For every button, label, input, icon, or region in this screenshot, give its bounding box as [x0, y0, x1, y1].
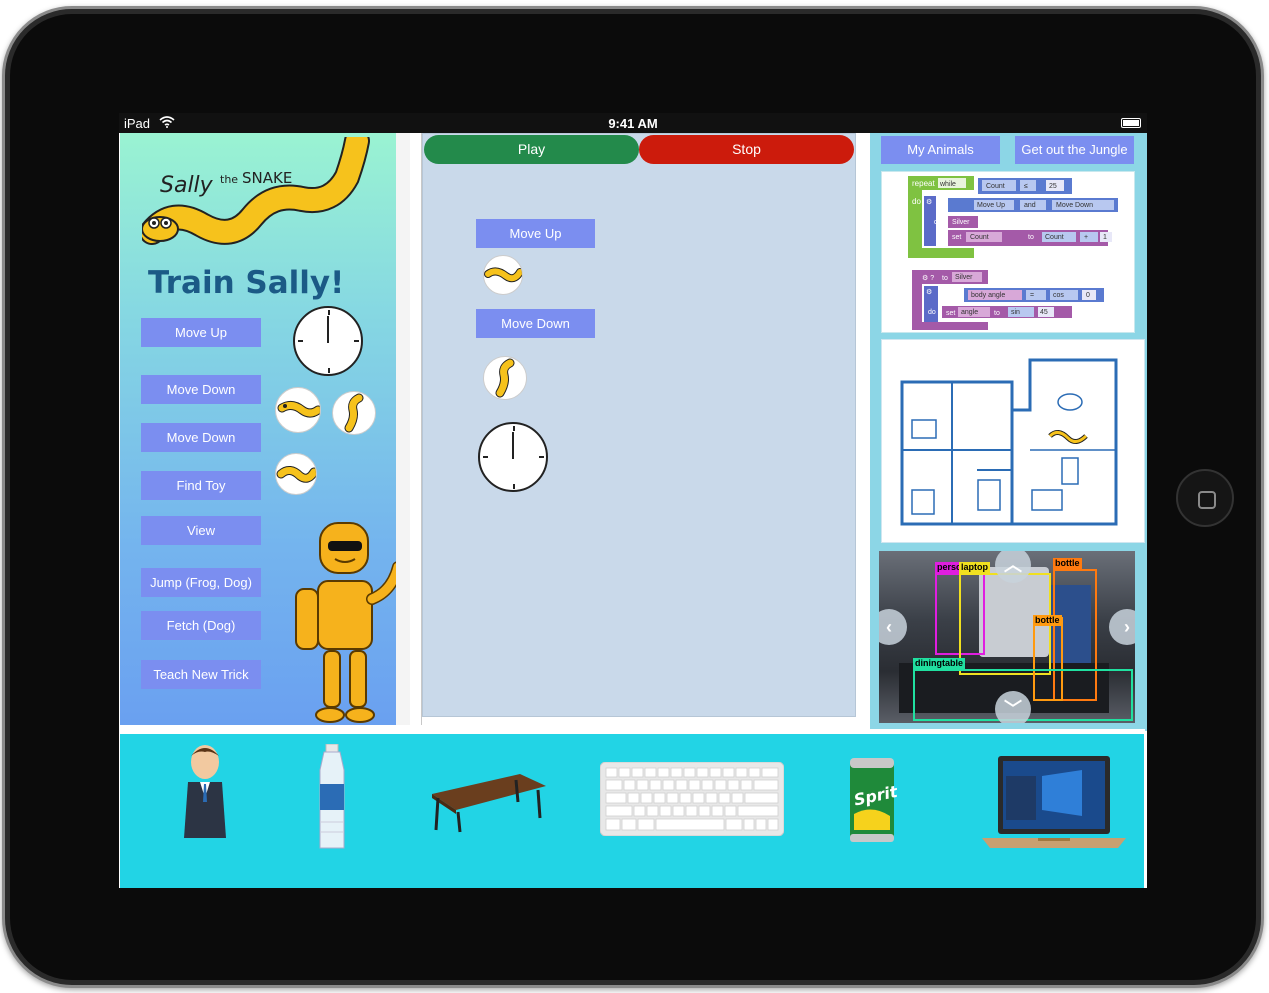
snake-find-icon	[275, 453, 317, 495]
status-time: 9:41 AM	[608, 116, 658, 131]
block-move-up: Move Up	[977, 202, 1005, 209]
detection-label-bottle: bottle	[1053, 558, 1082, 569]
sally-snake-logo: Sally the SNAKE	[139, 128, 372, 257]
play-button[interactable]: Play	[424, 135, 639, 164]
block-to: to	[1028, 234, 1034, 241]
detection-label-bottle-2: bottle	[1033, 615, 1062, 626]
clock-tick	[354, 340, 359, 342]
wait-clock-icon	[478, 422, 548, 492]
keyboard-icon[interactable]	[599, 761, 785, 837]
block-silver: Silver	[952, 219, 970, 226]
floor-plan-map[interactable]	[881, 339, 1145, 543]
block-25: 25	[1049, 183, 1057, 190]
snake-crawl-icon	[483, 255, 523, 295]
block-if-2: if	[938, 289, 942, 296]
block-do: do	[912, 197, 921, 206]
logo-the-text: the	[220, 173, 238, 186]
block-body-angle: body angle	[971, 292, 1005, 299]
my-animals-button[interactable]: My Animals	[881, 136, 1000, 164]
home-square-icon	[1198, 491, 1216, 509]
block-func-icon: ⚙ ?	[922, 274, 934, 282]
block-to-func: to	[942, 275, 948, 282]
home-button[interactable]	[1176, 469, 1234, 527]
table-icon[interactable]	[428, 772, 548, 834]
move-down-button[interactable]: Move Down	[141, 375, 261, 404]
snake-up-icon	[483, 356, 527, 400]
clock-tick	[539, 456, 544, 458]
jump-button[interactable]: Jump (Frog, Dog)	[141, 568, 261, 597]
block-do-3: do	[928, 309, 936, 316]
block-silver-2: Silver	[955, 274, 973, 281]
block-sin: sin	[1011, 309, 1020, 316]
block-1: 1	[1103, 234, 1107, 241]
status-bar: iPad 9:41 AM	[119, 113, 1147, 133]
block-angle: angle	[961, 309, 978, 316]
block-to-2: to	[994, 310, 1000, 317]
clock-hand	[327, 316, 329, 343]
block-set: set	[952, 234, 961, 241]
block-cos: cos	[1053, 292, 1064, 299]
block-eq: =	[1030, 292, 1034, 299]
block-if: if	[938, 199, 942, 206]
sprite-can-icon[interactable]: Sprite	[846, 754, 910, 846]
robot-mascot	[280, 511, 404, 726]
clock-hand	[512, 432, 514, 459]
sequence-move-up-block[interactable]: Move Up	[476, 219, 595, 248]
move-down-button-2[interactable]: Move Down	[141, 423, 261, 452]
wait-clock-icon	[293, 306, 363, 376]
snake-up-icon	[332, 391, 376, 435]
clock-tick	[513, 484, 515, 489]
fetch-button[interactable]: Fetch (Dog)	[141, 611, 261, 640]
block-count: Count	[986, 183, 1005, 190]
clock-tick	[483, 456, 488, 458]
snake-crawl-icon	[275, 387, 321, 433]
detection-label-laptop: laptop	[959, 562, 990, 573]
block-45: 45	[1040, 309, 1048, 316]
chevron-down-icon[interactable]: ﹀	[995, 691, 1031, 723]
clock-tick	[513, 426, 515, 431]
page-title: Train Sally!	[148, 265, 345, 301]
block-lte: ≤	[1024, 183, 1028, 190]
sequence-move-down-block[interactable]: Move Down	[476, 309, 595, 338]
panel-divider	[396, 133, 410, 725]
view-button[interactable]: View	[141, 516, 261, 545]
block-repeat: repeat	[912, 179, 935, 188]
ipad-screen: iPad 9:41 AM Sally the SNAKE Train Sally…	[119, 113, 1147, 888]
block-count-2: Count	[970, 234, 989, 241]
laptop-icon[interactable]	[982, 756, 1126, 854]
detection-label-diningtable: diningtable	[913, 658, 965, 669]
find-toy-button[interactable]: Find Toy	[141, 471, 261, 500]
clock-tick	[298, 340, 303, 342]
left-panel: Sally the SNAKE Train Sally! Move Up Mov…	[120, 128, 404, 725]
get-out-jungle-button[interactable]: Get out the Jungle	[1015, 136, 1134, 164]
teach-new-trick-button[interactable]: Teach New Trick	[141, 660, 261, 689]
block-do-2: do	[934, 219, 942, 226]
logo-sally-text: Sally	[160, 173, 214, 198]
clock-tick	[328, 368, 330, 373]
block-while: while	[939, 181, 956, 188]
block-move-down: Move Down	[1056, 202, 1093, 209]
block-0: 0	[1086, 292, 1090, 299]
object-tray: Sprite	[120, 734, 1144, 888]
block-count-3: Count	[1045, 234, 1064, 241]
code-blocks-preview[interactable]: repeat while do Count ≤ 25 ⚙ if Move Up …	[881, 171, 1135, 333]
person-figure-icon[interactable]	[180, 742, 230, 842]
object-detection-photo[interactable]: person laptop bottle bottle diningtable …	[879, 551, 1135, 723]
block-if-icon: ⚙	[926, 198, 932, 206]
stop-button[interactable]: Stop	[639, 135, 854, 164]
block-set-2: set	[946, 310, 955, 317]
block-plus: +	[1084, 234, 1088, 241]
water-bottle-icon[interactable]	[314, 743, 350, 852]
move-up-button[interactable]: Move Up	[141, 318, 261, 347]
battery-icon	[1121, 118, 1141, 128]
block-if-icon-2: ⚙	[926, 288, 932, 296]
tray-divider	[120, 729, 1145, 732]
logo-snake-text: SNAKE	[242, 169, 292, 187]
block-and: and	[1024, 202, 1036, 209]
clock-tick	[328, 310, 330, 315]
